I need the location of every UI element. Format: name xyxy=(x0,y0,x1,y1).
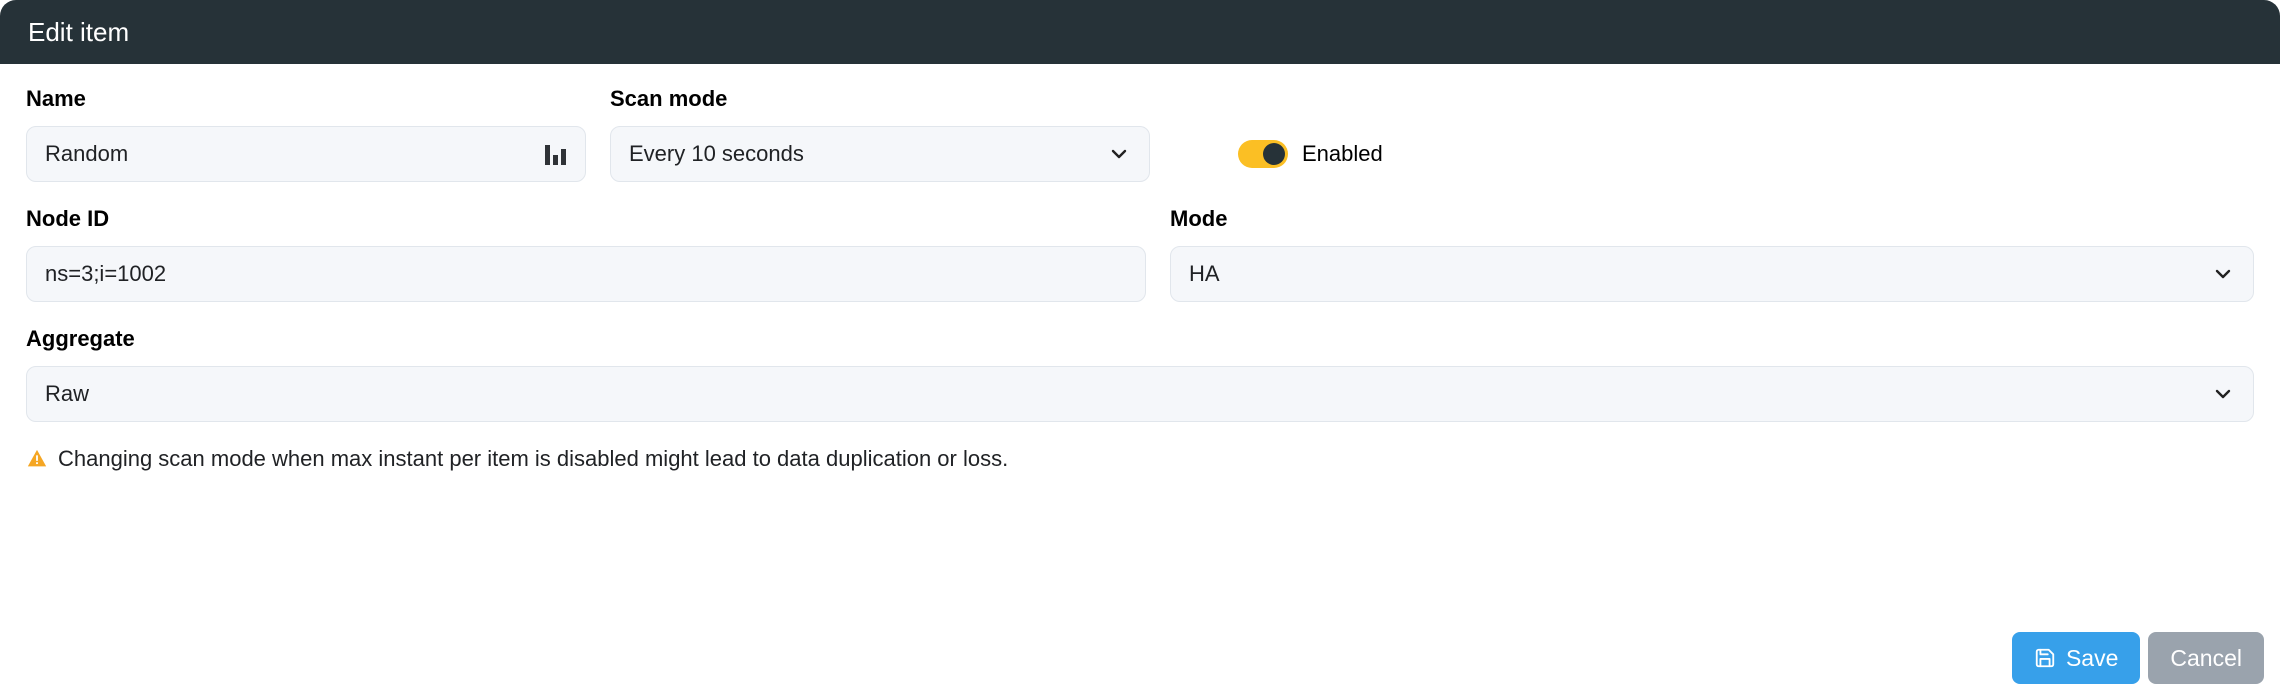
aggregate-select[interactable]: Raw xyxy=(26,366,2254,422)
mode-label: Mode xyxy=(1170,206,2254,232)
name-value: Random xyxy=(45,141,545,167)
chevron-down-icon xyxy=(2211,382,2235,406)
bars-icon[interactable] xyxy=(545,143,567,165)
warning-message: Changing scan mode when max instant per … xyxy=(26,446,2254,472)
row-2: Node ID ns=3;i=1002 Mode HA xyxy=(26,206,2254,302)
scan-mode-select[interactable]: Every 10 seconds xyxy=(610,126,1150,182)
panel-title: Edit item xyxy=(28,17,129,48)
node-id-field: Node ID ns=3;i=1002 xyxy=(26,206,1146,302)
mode-field: Mode HA xyxy=(1170,206,2254,302)
warning-text: Changing scan mode when max instant per … xyxy=(58,446,1008,472)
cancel-button[interactable]: Cancel xyxy=(2148,632,2264,684)
aggregate-label: Aggregate xyxy=(26,326,2254,352)
mode-select[interactable]: HA xyxy=(1170,246,2254,302)
name-field: Name Random xyxy=(26,86,586,182)
scan-mode-value: Every 10 seconds xyxy=(629,141,1107,167)
panel-body: Name Random Scan mode Every 10 seconds xyxy=(0,64,2280,472)
name-input[interactable]: Random xyxy=(26,126,586,182)
row-1: Name Random Scan mode Every 10 seconds xyxy=(26,86,2254,182)
panel-footer: Save Cancel xyxy=(2012,632,2264,684)
row-3: Aggregate Raw xyxy=(26,326,2254,422)
save-label: Save xyxy=(2066,645,2118,672)
node-id-label: Node ID xyxy=(26,206,1146,232)
cancel-label: Cancel xyxy=(2170,645,2242,672)
node-id-input[interactable]: ns=3;i=1002 xyxy=(26,246,1146,302)
save-icon xyxy=(2034,647,2056,669)
node-id-value: ns=3;i=1002 xyxy=(45,261,1127,287)
aggregate-field: Aggregate Raw xyxy=(26,326,2254,422)
warning-icon xyxy=(26,448,48,470)
chevron-down-icon xyxy=(1107,142,1131,166)
enabled-toggle[interactable] xyxy=(1238,140,1288,168)
mode-value: HA xyxy=(1189,261,2211,287)
enabled-field: Enabled xyxy=(1238,126,1383,182)
aggregate-value: Raw xyxy=(45,381,2211,407)
chevron-down-icon xyxy=(2211,262,2235,286)
edit-item-panel: Edit item Name Random Scan mode Every 10… xyxy=(0,0,2280,698)
enabled-label: Enabled xyxy=(1302,141,1383,167)
name-label: Name xyxy=(26,86,586,112)
scan-mode-field: Scan mode Every 10 seconds xyxy=(610,86,1150,182)
scan-mode-label: Scan mode xyxy=(610,86,1150,112)
panel-header: Edit item xyxy=(0,0,2280,64)
save-button[interactable]: Save xyxy=(2012,632,2140,684)
